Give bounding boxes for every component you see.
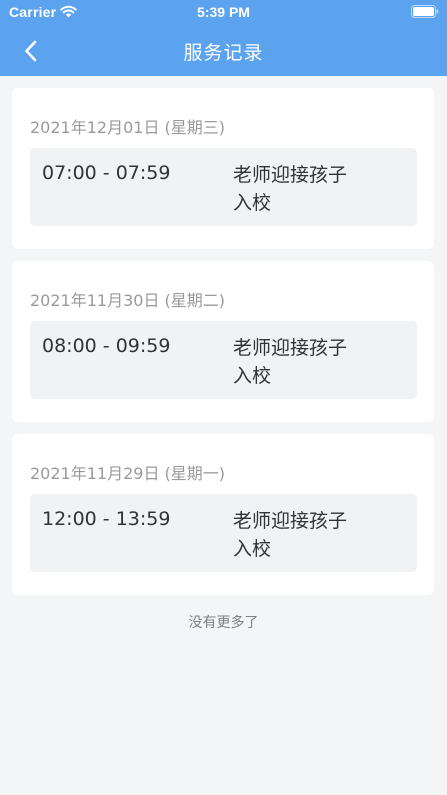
record-description-line: 老师迎接孩子 [233,164,348,186]
record-card: 2021年11月29日 (星期一) 12:00 - 13:59 老师迎接孩子 入… [12,434,434,595]
record-time: 08:00 - 09:59 [42,335,171,357]
record-card: 2021年11月30日 (星期二) 08:00 - 09:59 老师迎接孩子 入… [12,261,434,422]
page-title: 服务记录 [183,42,264,64]
record-date: 2021年11月30日 (星期二) [30,291,226,310]
record-time: 12:00 - 13:59 [42,508,171,530]
status-time: 5:39 PM [197,4,250,20]
record-description-line: 老师迎接孩子 [233,337,348,359]
header: Carrier 5:39 PM 服务记录 [0,0,447,76]
record-date: 2021年11月29日 (星期一) [30,464,226,483]
record-description-line: 老师迎接孩子 [233,510,348,532]
record-list: 2021年12月01日 (星期三) 07:00 - 07:59 老师迎接孩子 入… [12,88,434,607]
battery-icon [411,5,439,18]
record-description: 老师迎接孩子 入校 [233,507,393,563]
record-time: 07:00 - 07:59 [42,162,171,184]
record-description-line: 入校 [233,538,272,560]
record-description-line: 入校 [233,192,272,214]
no-more-label: 没有更多了 [188,615,259,631]
status-bar: Carrier 5:39 PM [0,0,447,26]
record-item[interactable]: 07:00 - 07:59 老师迎接孩子 入校 [30,148,417,226]
record-card: 2021年12月01日 (星期三) 07:00 - 07:59 老师迎接孩子 入… [12,88,434,249]
record-description: 老师迎接孩子 入校 [233,334,393,390]
record-description-line: 入校 [233,365,272,387]
record-item[interactable]: 08:00 - 09:59 老师迎接孩子 入校 [30,321,417,399]
record-description: 老师迎接孩子 入校 [233,161,393,217]
nav-bar: 服务记录 [0,26,447,76]
record-item[interactable]: 12:00 - 13:59 老师迎接孩子 入校 [30,494,417,572]
record-date: 2021年12月01日 (星期三) [30,118,226,137]
